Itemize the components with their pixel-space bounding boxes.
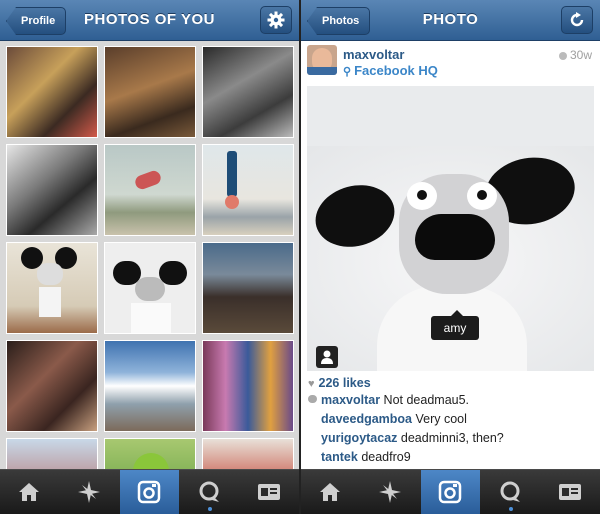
photo-thumbnail[interactable] xyxy=(104,340,196,432)
profile-card-icon xyxy=(559,484,581,500)
tab-explore[interactable] xyxy=(60,470,119,514)
photo-thumbnail[interactable] xyxy=(6,242,98,334)
photo-thumbnail[interactable] xyxy=(202,340,294,432)
location-label: Facebook HQ xyxy=(354,63,438,78)
camera-icon xyxy=(438,480,462,504)
tab-camera[interactable] xyxy=(421,470,480,514)
heart-icon: ♥ xyxy=(308,378,315,390)
comment-text: deadfro9 xyxy=(361,450,411,464)
comment-row: tantek deadfro9 xyxy=(321,450,411,464)
refresh-icon xyxy=(570,12,584,27)
tagged-people-button[interactable] xyxy=(316,346,338,368)
comment-user[interactable]: daveedgamboa xyxy=(321,412,412,426)
tab-news[interactable] xyxy=(180,470,239,514)
photos-of-you-screen: PHOTOS OF YOU Profile xyxy=(0,0,299,514)
person-icon xyxy=(321,350,333,364)
camera-icon xyxy=(137,480,161,504)
profile-card-icon xyxy=(258,484,280,500)
post-header: maxvoltar ⚲ Facebook HQ 30w xyxy=(301,41,600,83)
tab-home[interactable] xyxy=(0,470,59,514)
tab-camera[interactable] xyxy=(120,470,179,514)
comment-user[interactable]: yurigoytacaz xyxy=(321,431,397,445)
comment-row: yurigoytacaz deadminni3, then? xyxy=(321,431,504,445)
photo-thumbnail[interactable] xyxy=(202,144,294,236)
comment-user[interactable]: tantek xyxy=(321,450,358,464)
tab-bar xyxy=(301,469,600,514)
news-bubble-icon xyxy=(500,481,520,502)
photo-thumbnail[interactable] xyxy=(6,144,98,236)
home-icon xyxy=(320,483,340,501)
notification-dot xyxy=(208,507,212,511)
post-photo[interactable]: amy xyxy=(307,86,594,371)
photo-thumbnail[interactable] xyxy=(202,46,294,138)
nav-bar: PHOTO Photos xyxy=(301,0,600,41)
home-icon xyxy=(19,483,39,501)
settings-button[interactable] xyxy=(260,6,292,34)
photos-back-button[interactable]: Photos xyxy=(307,7,371,35)
time-label: 30w xyxy=(569,48,592,62)
explore-star-icon xyxy=(78,481,100,503)
tab-profile[interactable] xyxy=(240,470,299,514)
news-bubble-icon xyxy=(199,481,219,502)
post-location[interactable]: ⚲ Facebook HQ xyxy=(343,63,438,78)
gear-icon xyxy=(267,11,285,29)
photo-thumbnail[interactable] xyxy=(6,340,98,432)
explore-star-icon xyxy=(379,481,401,503)
photo-detail-screen: PHOTO Photos maxvoltar ⚲ Facebook HQ 30w … xyxy=(301,0,600,514)
comment-icon xyxy=(308,395,317,403)
photo-thumbnail[interactable] xyxy=(104,46,196,138)
likes-label: 226 likes xyxy=(318,376,371,390)
likes-count[interactable]: ♥ 226 likes xyxy=(308,376,371,390)
clock-icon xyxy=(558,51,567,60)
profile-back-button[interactable]: Profile xyxy=(6,7,67,35)
post-username[interactable]: maxvoltar xyxy=(343,47,404,62)
comment-text: deadminni3, then? xyxy=(400,431,504,445)
location-pin-icon: ⚲ xyxy=(343,66,352,78)
refresh-button[interactable] xyxy=(561,6,593,34)
photo-thumbnail[interactable] xyxy=(202,242,294,334)
post-time: 30w xyxy=(558,48,592,62)
photo-thumbnail[interactable] xyxy=(104,242,196,334)
tab-profile[interactable] xyxy=(541,470,600,514)
comment-row: maxvoltar Not deadmau5. xyxy=(321,393,469,407)
tab-home[interactable] xyxy=(301,470,360,514)
avatar[interactable] xyxy=(307,45,337,75)
tab-explore[interactable] xyxy=(361,470,420,514)
tab-bar xyxy=(0,469,299,514)
comment-row: daveedgamboa Very cool xyxy=(321,412,467,426)
notification-dot xyxy=(509,507,513,511)
photo-thumbnail[interactable] xyxy=(6,46,98,138)
comment-user[interactable]: maxvoltar xyxy=(321,393,380,407)
photo-thumbnail[interactable] xyxy=(104,144,196,236)
people-tag[interactable]: amy xyxy=(431,316,479,340)
comment-text: Not deadmau5. xyxy=(383,393,470,407)
tab-news[interactable] xyxy=(481,470,540,514)
comment-text: Very cool xyxy=(415,412,467,426)
nav-bar: PHOTOS OF YOU Profile xyxy=(0,0,299,41)
